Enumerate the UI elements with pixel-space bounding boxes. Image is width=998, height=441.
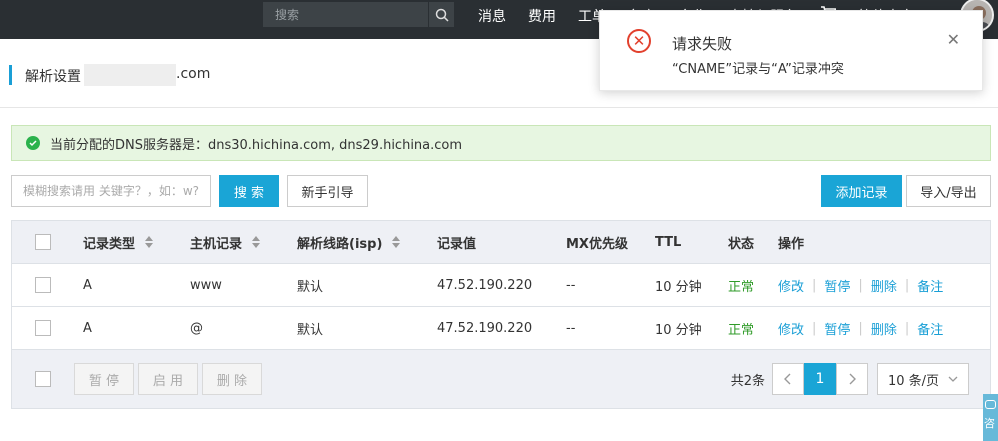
import-export-button[interactable]: 导入/导出 [906,175,991,207]
search-icon[interactable] [428,2,454,27]
record-host: www [190,277,222,293]
page-size-value: 10 条/页 [888,373,940,389]
col-host[interactable]: 主机记录 [190,221,261,263]
global-search-input[interactable] [263,2,428,27]
table-row: A @ 默认 47.52.190.220 -- 10 分钟 正常 修改 | 暂停 |… [12,307,990,350]
chevron-down-icon [948,376,958,382]
pause-link[interactable]: 暂停 [824,276,850,295]
edit-link[interactable]: 修改 [778,319,804,338]
record-type: A [83,320,92,336]
redacted-domain [84,64,176,86]
divider: | [858,320,863,336]
row-checkbox[interactable] [35,320,51,336]
error-toast: ✕ 请求失败 “CNAME”记录与“A”记录冲突 ✕ [599,10,983,91]
remark-link[interactable]: 备注 [917,319,943,338]
col-type-label: 记录类型 [83,236,136,252]
col-status: 状态 [728,236,755,252]
record-mx: -- [566,320,576,336]
col-ttl: TTL [655,234,682,250]
remark-link[interactable]: 备注 [917,276,943,295]
col-line-label: 解析线路(isp) [297,236,383,252]
toast-message: “CNAME”记录与“A”记录冲突 [672,62,844,77]
record-ttl: 10 分钟 [655,279,702,295]
table-header: 记录类型 主机记录 解析线路(isp) 记录值 MX优先级 TTL 状态 操作 [12,221,990,264]
side-consult-label: 咨 [984,417,995,430]
col-value: 记录值 [437,236,477,252]
batch-pause-button[interactable]: 暂 停 [74,363,134,395]
domain-suffix: .com [176,66,211,82]
record-ops: 修改 | 暂停 | 删除 | 备注 [778,264,943,306]
nav-billing[interactable]: 费用 [528,6,556,26]
divider: | [858,277,863,293]
table-footer: 暂 停 启 用 删 除 共2条 1 10 条/页 [12,350,990,408]
col-host-label: 主机记录 [190,236,243,252]
title-accent-bar [9,65,12,85]
pagination: 共2条 1 10 条/页 [731,350,990,408]
divider: | [904,320,910,336]
record-mx: -- [566,277,576,293]
col-ops: 操作 [778,236,805,252]
search-button[interactable]: 搜 索 [219,175,279,207]
nav-messages[interactable]: 消息 [478,6,506,26]
error-icon: ✕ [627,29,651,53]
record-line: 默认 [297,322,324,338]
col-line[interactable]: 解析线路(isp) [297,221,401,263]
pause-link[interactable]: 暂停 [824,319,850,338]
record-line: 默认 [297,279,324,295]
record-value: 47.52.190.220 [437,277,533,293]
chat-icon [985,400,996,409]
records-table: 记录类型 主机记录 解析线路(isp) 记录值 MX优先级 TTL 状态 操作 … [11,220,991,409]
close-icon[interactable]: ✕ [947,30,960,49]
record-value: 47.52.190.220 [437,320,533,336]
sort-icon[interactable] [252,236,261,248]
batch-delete-button[interactable]: 删 除 [202,363,262,395]
dns-server-notice: 当前分配的DNS服务器是：dns30.hichina.com, dns29.hi… [11,125,991,161]
record-host: @ [190,320,203,336]
col-mx: MX优先级 [566,236,628,252]
divider: | [904,277,910,293]
record-status: 正常 [728,322,755,338]
dns-server-text: 当前分配的DNS服务器是：dns30.hichina.com, dns29.hi… [50,137,463,153]
next-page-button[interactable] [836,363,868,395]
table-row: A www 默认 47.52.190.220 -- 10 分钟 正常 修改 | 暂… [12,264,990,307]
record-ttl: 10 分钟 [655,322,702,338]
record-type: A [83,277,92,293]
toast-title: 请求失败 [672,35,733,53]
check-circle-icon [26,136,40,150]
record-ops: 修改 | 暂停 | 删除 | 备注 [778,307,943,349]
prev-page-button[interactable] [772,363,804,395]
sort-icon[interactable] [145,236,154,248]
chevron-left-icon [784,373,791,385]
record-status: 正常 [728,279,755,295]
delete-link[interactable]: 删除 [871,319,897,338]
global-search [263,2,454,27]
page-number-button[interactable]: 1 [804,363,836,395]
edit-link[interactable]: 修改 [778,276,804,295]
total-count: 共2条 [730,373,765,389]
row-checkbox[interactable] [35,277,51,293]
side-consult-tab[interactable]: 咨 [983,394,998,441]
page-size-select[interactable]: 10 条/页 [877,363,969,395]
col-type[interactable]: 记录类型 [83,221,154,263]
divider: | [812,277,817,293]
sort-icon[interactable] [392,236,401,248]
record-search-input[interactable] [11,175,211,207]
divider: | [812,320,817,336]
delete-link[interactable]: 删除 [871,276,897,295]
add-record-button[interactable]: 添加记录 [821,175,902,207]
batch-enable-button[interactable]: 启 用 [138,363,198,395]
select-all-checkbox[interactable] [35,234,51,250]
page-title: 解析设置 [25,69,81,85]
chevron-right-icon [849,373,856,385]
guide-button[interactable]: 新手引导 [287,175,368,207]
footer-select-all-checkbox[interactable] [35,371,51,387]
